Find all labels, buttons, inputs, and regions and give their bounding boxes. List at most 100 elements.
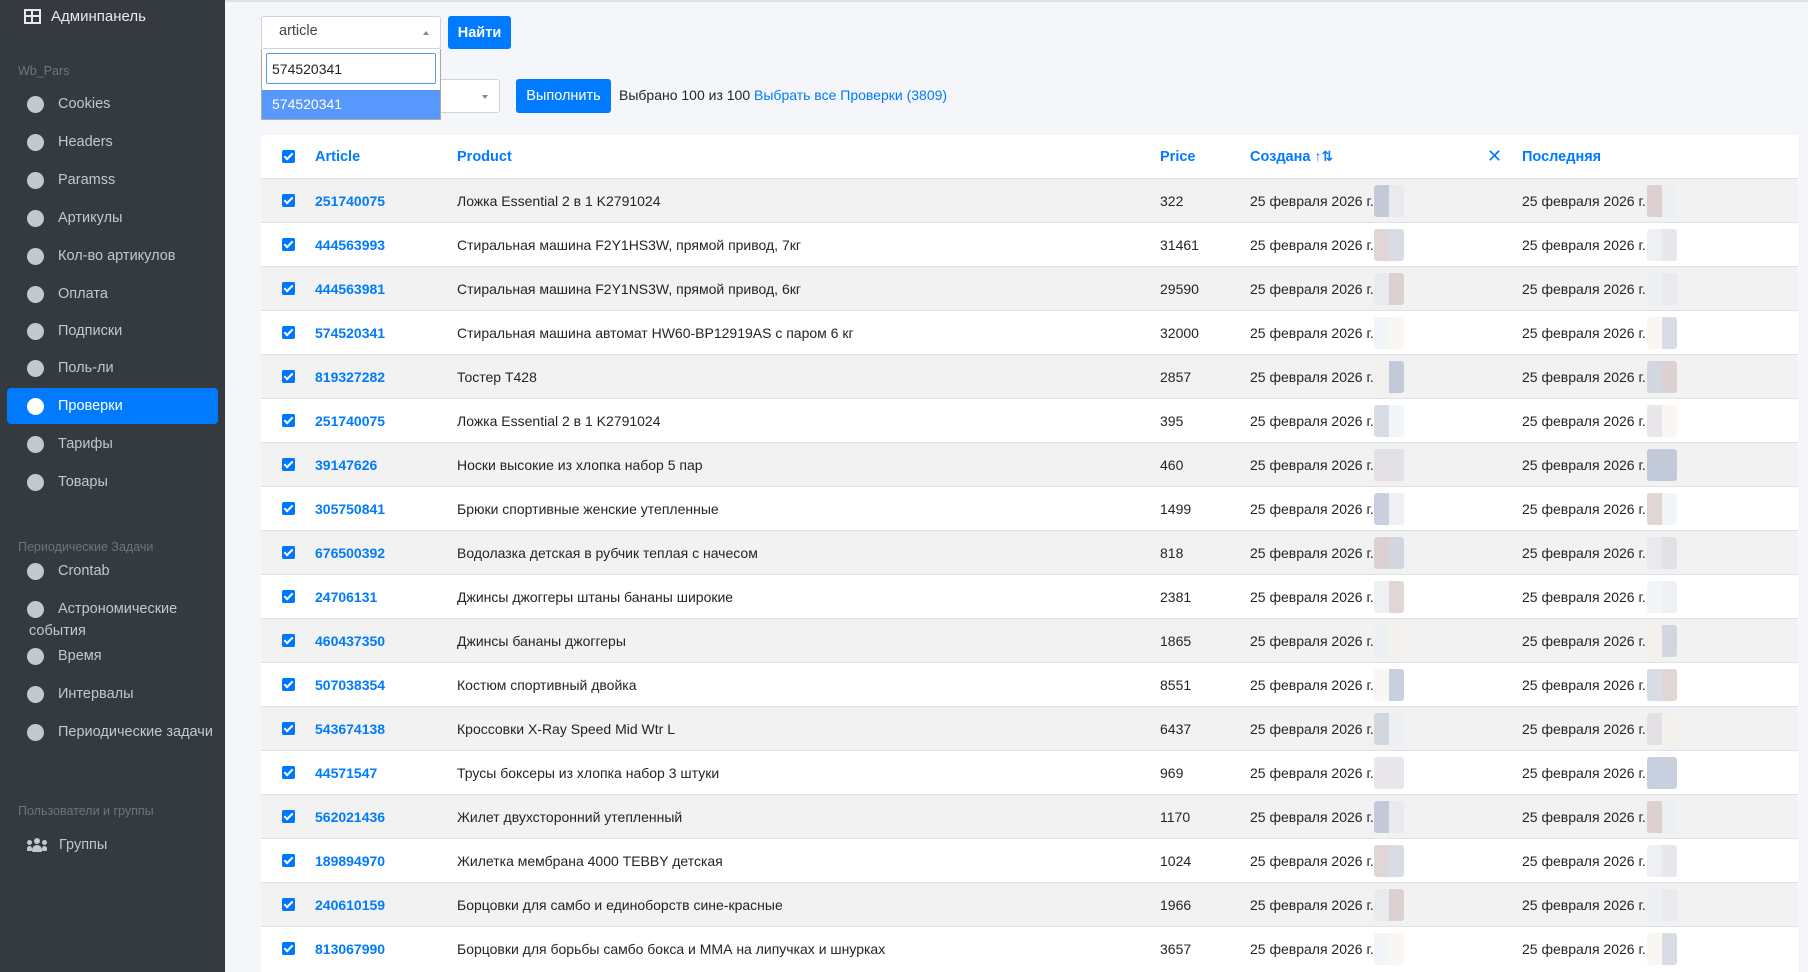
article-link[interactable]: 251740075 [315, 179, 385, 222]
row-checkbox[interactable] [282, 927, 295, 970]
row-checkbox[interactable] [282, 179, 295, 222]
sidebar-item-10[interactable]: Тарифы [7, 426, 218, 462]
row-checkbox[interactable] [282, 751, 295, 794]
sidebar-item-9[interactable]: Проверки [7, 388, 218, 424]
article-link[interactable]: 24706131 [315, 575, 377, 618]
row-checkbox[interactable] [282, 663, 295, 706]
sidebar-item-5[interactable]: Кол-во артикулов [7, 238, 218, 274]
article-link-text[interactable]: 240610159 [315, 897, 385, 913]
row-checkbox[interactable] [282, 355, 295, 398]
article-link-text[interactable]: 819327282 [315, 369, 385, 385]
article-link-text[interactable]: 305750841 [315, 501, 385, 517]
obscured-time [1647, 933, 1677, 965]
row-checkbox[interactable] [282, 311, 295, 354]
article-link-text[interactable]: 24706131 [315, 589, 377, 605]
article-link[interactable]: 813067990 [315, 927, 385, 970]
sidebar-item-2[interactable]: Headers [7, 124, 218, 160]
sort-icon[interactable]: ↑⇅ [1314, 148, 1333, 165]
sidebar-item-4[interactable]: Артикулы [7, 200, 218, 236]
dashboard-icon [24, 9, 41, 24]
column-header-last[interactable]: Последняя [1522, 135, 1601, 178]
article-link[interactable]: 574520341 [315, 311, 385, 354]
price-cell: 1024 [1160, 839, 1191, 882]
article-link[interactable]: 507038354 [315, 663, 385, 706]
article-link[interactable]: 444563981 [315, 267, 385, 310]
row-checkbox[interactable] [282, 443, 295, 486]
search-field-select[interactable]: article [261, 16, 441, 49]
find-button[interactable]: Найти [448, 16, 511, 49]
sidebar-task-item-1[interactable]: Crontab [7, 553, 218, 589]
created-cell-text: 25 февраля 2026 г. [1250, 544, 1374, 561]
row-checkbox[interactable] [282, 883, 295, 926]
article-link-text[interactable]: 44571547 [315, 765, 377, 781]
sidebar-task-item-4[interactable]: Интервалы [7, 676, 218, 712]
article-link-text[interactable]: 39147626 [315, 457, 377, 473]
sidebar-item-1[interactable]: Cookies [7, 86, 218, 122]
article-link-text[interactable]: 444563993 [315, 237, 385, 253]
row-checkbox[interactable] [282, 707, 295, 750]
article-link-text[interactable]: 444563981 [315, 281, 385, 297]
article-link-text[interactable]: 189894970 [315, 853, 385, 869]
clear-sort-icon[interactable]: ✕ [1487, 135, 1502, 178]
article-link-text[interactable]: 460437350 [315, 633, 385, 649]
sidebar-item-groups[interactable]: Группы [7, 827, 218, 863]
sidebar-item-7[interactable]: Подписки [7, 313, 218, 349]
sidebar-task-item-3[interactable]: Время [7, 638, 218, 674]
column-header-price[interactable]: Price [1160, 135, 1195, 178]
article-link[interactable]: 819327282 [315, 355, 385, 398]
article-link-text[interactable]: 251740075 [315, 193, 385, 209]
column-header-product[interactable]: Product [457, 135, 512, 178]
article-link[interactable]: 240610159 [315, 883, 385, 926]
row-checkbox[interactable] [282, 223, 295, 266]
product-cell-text: Стиральная машина F2Y1NS3W, прямой приво… [457, 280, 801, 297]
product-cell: Джинсы бананы джоггеры [457, 619, 626, 662]
article-link[interactable]: 189894970 [315, 839, 385, 882]
article-link[interactable]: 460437350 [315, 619, 385, 662]
article-link[interactable]: 676500392 [315, 531, 385, 574]
article-link[interactable]: 444563993 [315, 223, 385, 266]
article-link[interactable]: 39147626 [315, 443, 377, 486]
sidebar: Админпанель Wb_Pars Cookies Headers Params… [0, 0, 225, 972]
run-action-button[interactable]: Выполнить [516, 79, 611, 113]
created-cell: 25 февраля 2026 г. [1250, 399, 1374, 442]
column-header-article[interactable]: Article [315, 135, 360, 178]
dropdown-option[interactable]: 574520341 [262, 90, 440, 119]
brand-link[interactable]: Админпанель [24, 8, 146, 25]
article-link-text[interactable]: 813067990 [315, 941, 385, 957]
row-checkbox[interactable] [282, 575, 295, 618]
dropdown-search-input[interactable] [266, 53, 436, 84]
sidebar-item-11[interactable]: Товары [7, 464, 218, 500]
select-all-link[interactable]: Выбрать все Проверки (3809) [754, 87, 947, 103]
article-link[interactable]: 562021436 [315, 795, 385, 838]
article-link-text[interactable]: 562021436 [315, 809, 385, 825]
article-link[interactable]: 305750841 [315, 487, 385, 530]
article-link[interactable]: 44571547 [315, 751, 377, 794]
row-checkbox[interactable] [282, 399, 295, 442]
table-row: 460437350 Джинсы бананы джоггеры 1865 25 фе… [261, 618, 1798, 662]
article-link-text[interactable]: 574520341 [315, 325, 385, 341]
article-link-text[interactable]: 543674138 [315, 721, 385, 737]
article-link[interactable]: 543674138 [315, 707, 385, 750]
last-cell: 25 февраля 2026 г. [1522, 179, 1646, 222]
brand-label: Админпанель [51, 8, 146, 25]
article-link-text[interactable]: 251740075 [315, 413, 385, 429]
last-cell-text: 25 февраля 2026 г. [1522, 896, 1646, 913]
price-cell-text: 969 [1160, 764, 1184, 781]
row-checkbox[interactable] [282, 531, 295, 574]
product-cell: Стиральная машина F2Y1NS3W, прямой приво… [457, 267, 801, 310]
sidebar-item-8[interactable]: Поль-ли [7, 350, 218, 386]
row-checkbox[interactable] [282, 487, 295, 530]
row-checkbox[interactable] [282, 267, 295, 310]
sidebar-task-item-2[interactable]: Астрономические события [7, 590, 218, 639]
select-all-checkbox[interactable] [282, 135, 295, 178]
row-checkbox[interactable] [282, 619, 295, 662]
row-checkbox[interactable] [282, 839, 295, 882]
article-link[interactable]: 251740075 [315, 399, 385, 442]
row-checkbox[interactable] [282, 795, 295, 838]
sidebar-item-3[interactable]: Paramss [7, 162, 218, 198]
column-header-created[interactable]: Создана ↑⇅ [1250, 135, 1333, 178]
article-link-text[interactable]: 676500392 [315, 545, 385, 561]
article-link-text[interactable]: 507038354 [315, 677, 385, 693]
sidebar-item-6[interactable]: Оплата [7, 276, 218, 312]
sidebar-task-item-5[interactable]: Периодические задачи [7, 714, 218, 750]
